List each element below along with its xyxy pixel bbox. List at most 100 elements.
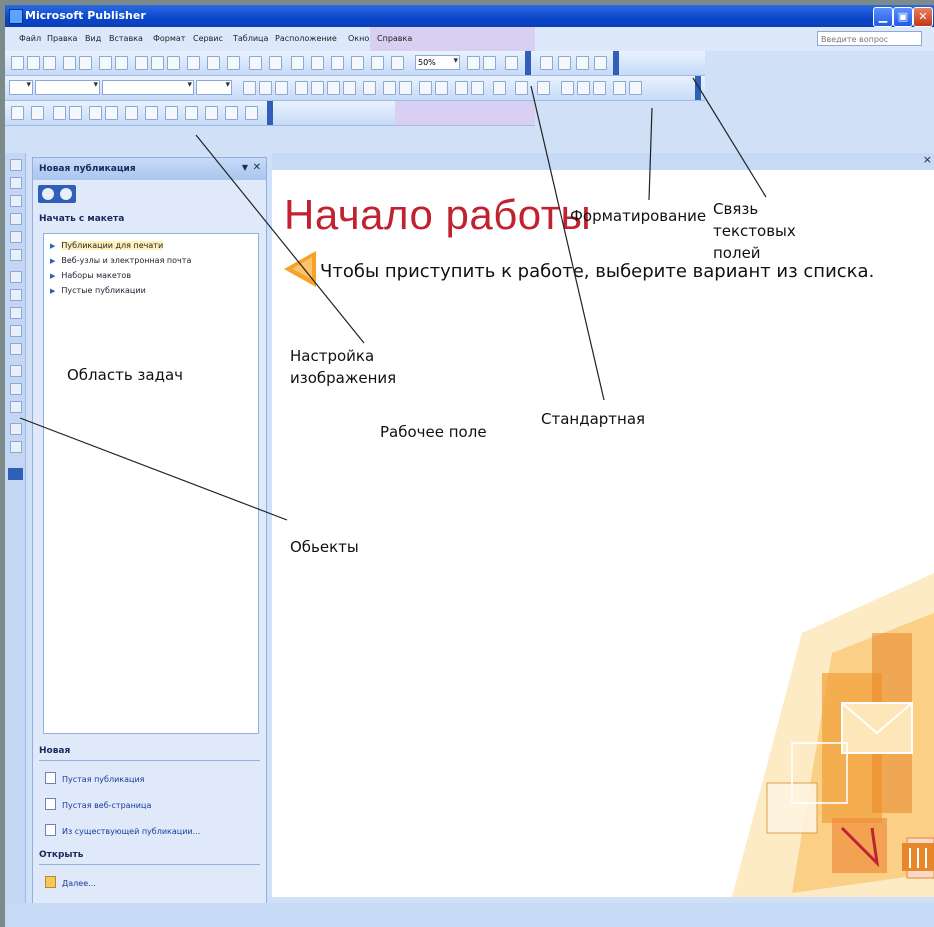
picture-frame-icon[interactable] (10, 231, 22, 243)
list-item-web-email[interactable]: ▶ Веб-узлы и электронная почта (50, 256, 191, 265)
align-center-icon[interactable] (311, 81, 324, 95)
forward-icon[interactable] (60, 188, 72, 200)
research-icon[interactable] (115, 56, 128, 70)
align-left-icon[interactable] (295, 81, 308, 95)
copy-icon[interactable] (151, 56, 164, 70)
blank-publication-link[interactable]: Пустая публикация (45, 772, 144, 784)
open-folder-icon[interactable] (27, 56, 40, 70)
form-control-icon[interactable] (10, 383, 22, 395)
create-text-box-link-icon[interactable] (540, 56, 553, 70)
save-icon[interactable] (43, 56, 56, 70)
menu-file[interactable]: Файл (19, 34, 41, 43)
reset-picture-icon[interactable] (245, 106, 258, 120)
arrow-icon[interactable] (10, 289, 22, 301)
toolbar-grip[interactable] (525, 51, 531, 75)
crop-icon[interactable] (125, 106, 138, 120)
font-name-select[interactable] (35, 80, 100, 95)
zoom-in-icon[interactable] (483, 56, 496, 70)
menu-format[interactable]: Формат (153, 34, 185, 43)
toolbar-grip-4[interactable] (267, 101, 273, 125)
list-item-design-sets[interactable]: ▶ Наборы макетов (50, 271, 131, 280)
line-icon[interactable] (10, 271, 22, 283)
html-fragment-icon[interactable] (10, 401, 22, 413)
menu-tools[interactable]: Сервис (193, 34, 223, 43)
justify-icon[interactable] (343, 81, 356, 95)
menu-window[interactable]: Окно (348, 34, 369, 43)
align-right-icon[interactable] (327, 81, 340, 95)
task-pane-close-icon[interactable]: ✕ (253, 162, 261, 173)
hot-spot-icon[interactable] (10, 365, 22, 377)
minimize-button[interactable]: ▁ (873, 7, 893, 27)
fill-color-icon[interactable] (493, 81, 506, 95)
color-icon[interactable] (31, 106, 44, 120)
design-gallery-icon[interactable] (10, 423, 22, 435)
less-brightness-icon[interactable] (105, 106, 118, 120)
cut-icon[interactable] (135, 56, 148, 70)
paragraph-marks-icon[interactable] (391, 56, 404, 70)
bring-front-icon[interactable] (249, 56, 262, 70)
list-item-blank-publications[interactable]: ▶ Пустые публикации (50, 286, 146, 295)
toolbar-grip-3[interactable] (695, 76, 701, 100)
paste-icon[interactable] (167, 56, 180, 70)
back-icon[interactable] (42, 188, 54, 200)
line-color-icon[interactable] (515, 81, 528, 95)
bullets-icon[interactable] (399, 81, 412, 95)
more-contrast-icon[interactable] (53, 106, 66, 120)
rotate-left-icon[interactable] (145, 106, 158, 120)
task-pane-dropdown-icon[interactable]: ▼ (242, 163, 248, 172)
3d-icon[interactable] (629, 81, 642, 95)
decrease-font-icon[interactable] (455, 81, 468, 95)
redo-icon[interactable] (227, 56, 240, 70)
zoom-select[interactable]: 50% (415, 55, 460, 70)
help-icon[interactable] (505, 56, 518, 70)
italic-icon[interactable] (259, 81, 272, 95)
clip-art-icon[interactable] (10, 249, 22, 261)
list-item-print-publications[interactable]: ▶ Публикации для печати (50, 241, 164, 250)
bold-icon[interactable] (243, 81, 256, 95)
menu-arrange[interactable]: Расположение (275, 34, 337, 43)
numbering-icon[interactable] (383, 81, 396, 95)
zoom-out-icon[interactable] (467, 56, 480, 70)
maximize-button[interactable]: ▣ (893, 7, 913, 27)
business-info-icon[interactable] (10, 441, 22, 453)
previous-text-box-icon[interactable] (576, 56, 589, 70)
line-spacing-icon[interactable] (363, 81, 376, 95)
insert-table-icon[interactable] (10, 195, 22, 207)
print-preview-icon[interactable] (79, 56, 92, 70)
ask-question-input[interactable]: Введите вопрос (817, 31, 922, 46)
set-transparent-icon[interactable] (225, 106, 238, 120)
line-style-picture-icon[interactable] (165, 106, 178, 120)
underline-icon[interactable] (275, 81, 288, 95)
autoshapes-icon[interactable] (10, 343, 22, 355)
select-objects-icon[interactable] (10, 159, 22, 171)
from-existing-link[interactable]: Из существующей публикации... (45, 824, 200, 836)
close-button[interactable]: ✕ (913, 7, 933, 27)
increase-font-icon[interactable] (471, 81, 484, 95)
menu-table[interactable]: Таблица (233, 34, 268, 43)
format-picture-icon[interactable] (205, 106, 218, 120)
rotate-icon[interactable] (291, 56, 304, 70)
menu-view[interactable]: Вид (85, 34, 101, 43)
table-icon[interactable] (371, 56, 384, 70)
font-family-select[interactable] (102, 80, 194, 95)
decrease-indent-icon[interactable] (419, 81, 432, 95)
workspace[interactable]: × Начало работы Чтобы приступить к работ… (272, 153, 934, 897)
arrow-style-icon[interactable] (593, 81, 606, 95)
text-box-icon[interactable] (10, 177, 22, 189)
workspace-close-icon[interactable]: × (923, 153, 932, 166)
blank-web-page-link[interactable]: Пустая веб-страница (45, 798, 151, 810)
more-files-link[interactable]: Далее... (45, 876, 96, 888)
new-doc-icon[interactable] (11, 56, 24, 70)
spelling-icon[interactable] (99, 56, 112, 70)
style-select[interactable] (9, 80, 33, 95)
font-size-select[interactable] (196, 80, 232, 95)
format-painter-icon[interactable] (187, 56, 200, 70)
menu-help[interactable]: Справка (377, 34, 412, 43)
more-brightness-icon[interactable] (89, 106, 102, 120)
less-contrast-icon[interactable] (69, 106, 82, 120)
line-style-icon[interactable] (561, 81, 574, 95)
next-text-box-icon[interactable] (594, 56, 607, 70)
send-back-icon[interactable] (269, 56, 282, 70)
menu-edit[interactable]: Правка (47, 34, 77, 43)
insert-hyperlink-icon[interactable] (311, 56, 324, 70)
